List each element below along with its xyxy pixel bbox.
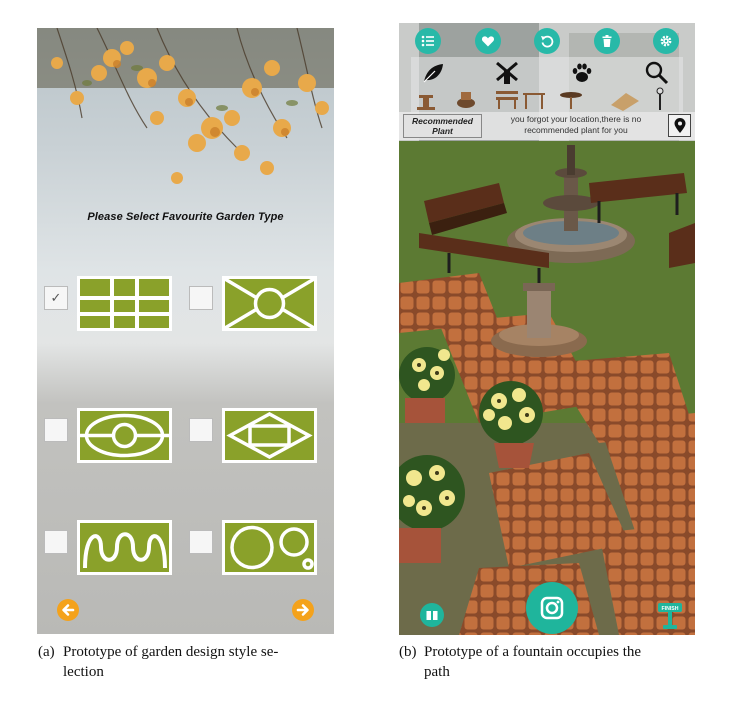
style-tile-diamond[interactable] <box>222 408 317 463</box>
style-tile-circle-x[interactable] <box>222 276 317 331</box>
style-tile-ellipse-rings[interactable] <box>77 408 172 463</box>
delete-button[interactable] <box>594 28 620 54</box>
catalog-button[interactable] <box>420 603 444 627</box>
caption-b-line2: path <box>424 664 450 680</box>
style-checkbox-circles[interactable] <box>189 530 213 554</box>
style-checkbox-wave[interactable] <box>44 530 68 554</box>
favorite-button[interactable] <box>475 28 501 54</box>
style-tile-wave[interactable] <box>77 520 172 575</box>
undo-icon <box>541 35 554 48</box>
trash-icon <box>602 35 612 47</box>
style-checkbox-diamond[interactable] <box>189 418 213 442</box>
finish-label: FINISH <box>661 606 678 612</box>
back-button[interactable] <box>57 599 79 621</box>
caption-b-line1: Prototype of a fountain occupies the <box>424 644 642 660</box>
location-button[interactable] <box>668 114 691 137</box>
flower-vine-header-image <box>37 28 334 184</box>
style-checkbox-ellipse-rings[interactable] <box>44 418 68 442</box>
style-tile-circles[interactable] <box>222 520 317 575</box>
style-checkbox-circle-x[interactable] <box>189 286 213 310</box>
caption-b: (b) Prototype of a fountain occupies the… <box>399 642 729 686</box>
caption-a-line1: Prototype of garden design style se- <box>63 644 279 660</box>
capture-button[interactable] <box>526 582 578 634</box>
recommendation-message: you forgot your location,there is no rec… <box>510 114 642 135</box>
magnifier-icon <box>645 61 669 85</box>
check-icon: ✓ <box>50 290 62 305</box>
animals-category-button[interactable] <box>568 59 596 87</box>
settings-button[interactable] <box>653 28 679 54</box>
book-icon <box>426 611 438 620</box>
plants-category-button[interactable] <box>419 59 447 87</box>
heart-icon <box>481 36 495 47</box>
windmill-icon <box>496 61 518 84</box>
camera-icon <box>540 596 564 620</box>
garden-style-screen: Please Select Favourite Garden Type ✓ <box>37 28 334 634</box>
list-icon <box>421 35 434 47</box>
search-category-button[interactable] <box>643 59 671 87</box>
caption-a-line2: lection <box>63 664 104 680</box>
structures-category-button[interactable] <box>493 59 521 87</box>
menu-button[interactable] <box>415 28 441 54</box>
recommendation-bar: Recommended Plant you forgot your locati… <box>399 112 695 140</box>
leaf-icon <box>423 64 443 83</box>
location-pin-icon <box>674 117 685 133</box>
page-title: Please Select Favourite Garden Type <box>87 211 284 223</box>
caption-b-tag: (b) <box>399 644 417 660</box>
next-button[interactable] <box>292 599 314 621</box>
garden-item-thumbnails <box>417 87 664 111</box>
settings-icon <box>660 35 672 47</box>
style-checkbox-grid[interactable]: ✓ <box>44 286 68 310</box>
style-tile-grid[interactable] <box>77 276 172 331</box>
finish-button[interactable]: FINISH <box>658 603 682 631</box>
caption-a-tag: (a) <box>38 644 55 660</box>
arrow-left-icon <box>62 604 75 616</box>
undo-button[interactable] <box>534 28 560 54</box>
finish-sign-icon: FINISH <box>658 603 682 629</box>
caption-a: (a) Prototype of garden design style se-… <box>38 642 358 686</box>
ar-garden-screen: Recommended Plant you forgot your locati… <box>399 23 695 635</box>
recommended-plant-label: Recommended Plant <box>403 114 482 138</box>
paw-icon <box>572 63 592 82</box>
plant-category-strip <box>411 57 683 112</box>
arrow-right-icon <box>296 604 309 616</box>
